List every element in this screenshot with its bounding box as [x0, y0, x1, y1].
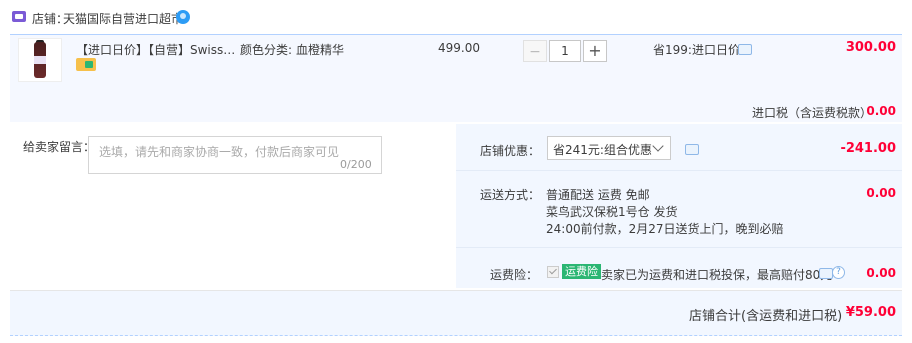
item-total-price: 300.00 [845, 40, 896, 55]
item-sku-label: 颜色分类: [240, 43, 293, 57]
shop-discount-label: 店铺优惠： [480, 144, 541, 158]
seller-message-label: 给卖家留言： [23, 140, 96, 154]
item-promo-text: 省199:进口日价 [653, 43, 740, 57]
import-tax-value: 0.00 [866, 104, 896, 118]
shipping-delivery-promise: 24:00前付款，2月27日送货上门，晚到必赔 [546, 222, 784, 236]
divider [456, 170, 902, 171]
verified-badge-icon [176, 10, 190, 24]
shipping-fee-value: 0.00 [866, 186, 896, 200]
divider [456, 247, 902, 248]
quantity-input[interactable] [549, 40, 581, 62]
shop-icon [12, 11, 26, 22]
shop-total-label: 店铺合计(含运费和进口税) [689, 309, 843, 324]
shipping-method-option: 普通配送 运费 免邮 [546, 188, 650, 202]
promo-tag-icon [76, 58, 96, 71]
seller-message-placeholder: 选填，请先和商家协商一致，付款后商家可见 [99, 145, 340, 159]
item-title-link[interactable]: 【进口日价】【自营】Swisse... [76, 41, 236, 58]
shop-discount-selected: 省241元:组合优惠 [553, 143, 652, 157]
item-sku-value: 血橙精华 [296, 43, 345, 57]
chat-icon[interactable] [685, 144, 699, 155]
seller-message-counter: 0/200 [340, 158, 372, 171]
item-unit-price: 499.00 [438, 41, 480, 55]
quantity-decrease-button[interactable]: − [523, 40, 547, 62]
shop-discount-value: -241.00 [840, 141, 896, 156]
chat-icon[interactable] [819, 268, 833, 279]
product-image-label [34, 56, 46, 64]
shipping-warehouse: 菜鸟武汉保税1号仓 发货 [546, 205, 678, 219]
chat-icon[interactable] [738, 44, 752, 55]
freight-insurance-tag: 运费险 [562, 264, 601, 279]
shipping-method-label: 运送方式： [480, 188, 541, 202]
freight-insurance-text: 卖家已为运费和进口税投保，最高赔付80元 [601, 268, 833, 282]
quantity-increase-button[interactable]: + [583, 40, 607, 62]
freight-insurance-label: 运费险： [490, 268, 539, 282]
shop-total-value: ¥59.00 [845, 305, 896, 320]
checkbox-icon[interactable] [547, 266, 559, 278]
shop-name-link[interactable]: 天猫国际自营进口超市 [63, 10, 183, 27]
freight-insurance-value: 0.00 [866, 266, 896, 280]
